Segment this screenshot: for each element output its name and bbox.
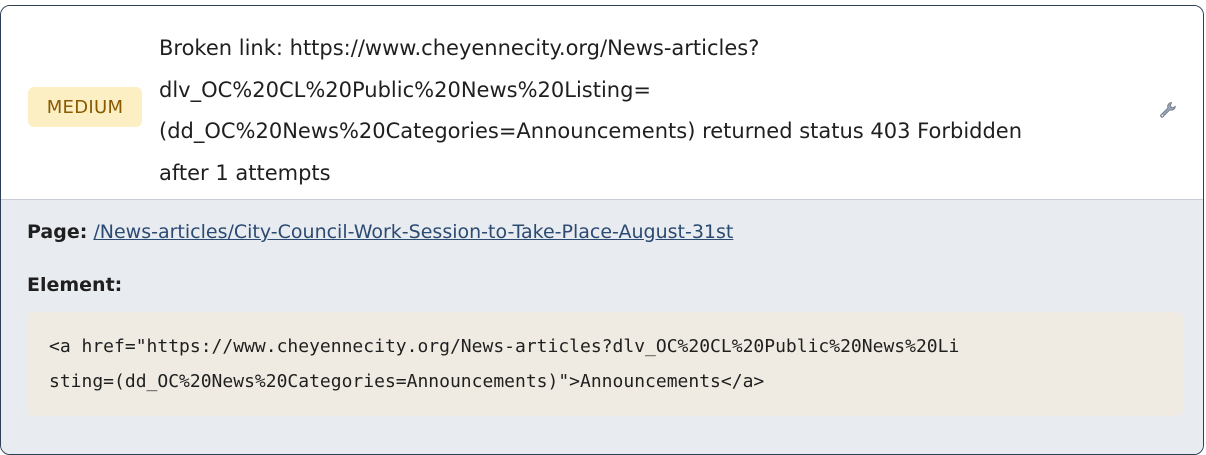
- issue-message-line: (dd_OC%20News%20Categories=Announcements…: [159, 119, 1023, 143]
- page-link[interactable]: /News-articles/City-Council-Work-Session…: [93, 221, 733, 243]
- code-line: sting=(dd_OC%20News%20Categories=Announc…: [49, 371, 765, 392]
- wrench-icon-graphic: [1160, 102, 1176, 118]
- severity-badge: MEDIUM: [28, 87, 142, 127]
- issue-message-line: dlv_OC%20CL%20Public%20News%20Listing=: [159, 77, 652, 102]
- element-row: Element:: [27, 274, 122, 296]
- issue-header: MEDIUM Broken link: https://www.cheyenne…: [1, 6, 1203, 200]
- element-label: Element:: [27, 274, 123, 296]
- element-code-block: <a href="https://www.cheyennecity.org/Ne…: [27, 312, 1183, 416]
- issue-message-line: after 1 attempts: [159, 160, 331, 185]
- page-label: Page:: [27, 221, 88, 243]
- issue-message: Broken link: https://www.cheyennecity.or…: [159, 28, 1169, 194]
- page-row: Page: /News-articles/City-Council-Work-S…: [27, 221, 733, 243]
- issue-message-line: Broken link: https://www.cheyennecity.or…: [159, 36, 760, 60]
- code-line: <a href="https://www.cheyennecity.org/Ne…: [49, 336, 960, 357]
- wrench-icon[interactable]: [1156, 98, 1180, 122]
